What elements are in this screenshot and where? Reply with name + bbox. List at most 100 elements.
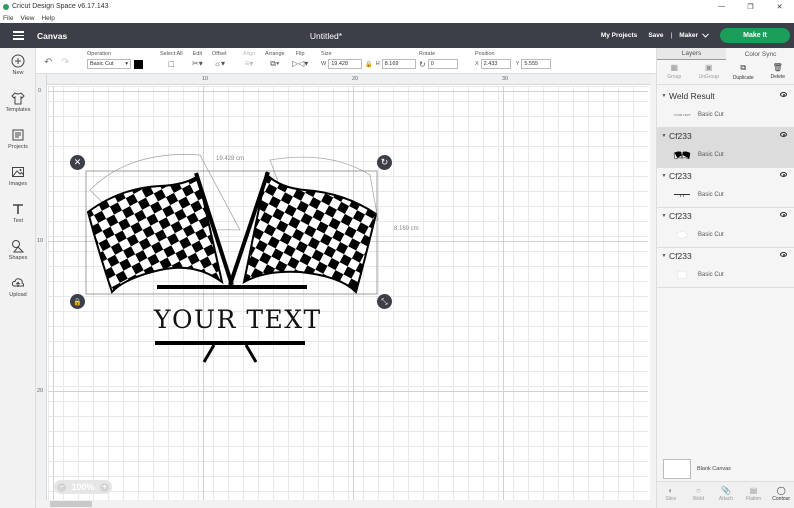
- flip-control[interactable]: Flip ▷◁▾: [292, 51, 308, 68]
- width-input[interactable]: 19.428: [328, 59, 363, 69]
- height-input[interactable]: 8.169: [381, 59, 416, 69]
- canvas-color-swatch[interactable]: [663, 459, 691, 479]
- save-button[interactable]: Save: [648, 32, 663, 39]
- undo-icon[interactable]: ↶: [44, 57, 52, 68]
- arrange-label: Arrange: [265, 51, 285, 57]
- blank-canvas-row[interactable]: Blank Canvas: [663, 458, 789, 480]
- zoom-out-icon[interactable]: −: [57, 482, 66, 492]
- blank-thumbnail-icon: [672, 269, 692, 281]
- delete-handle-icon[interactable]: ✕: [70, 155, 85, 170]
- close-window-icon[interactable]: ✕: [765, 0, 794, 13]
- lock-handle-icon[interactable]: 🔒: [70, 294, 85, 309]
- width-dimension-label: 19.428 cm: [216, 156, 245, 162]
- sidebar-item-projects[interactable]: Projects: [0, 128, 36, 150]
- redo-icon[interactable]: ↷: [61, 57, 69, 68]
- window-titlebar: Cricut Design Space v6.17.143 — ❐ ✕: [0, 0, 794, 13]
- layer-actions: ▦ Group ▣ UnGroup ⧉ Duplicate 🗑 Delete: [657, 61, 794, 85]
- slice-button[interactable]: ◐ Slice: [657, 482, 685, 508]
- minimize-icon[interactable]: —: [707, 0, 736, 13]
- height-dimension-label: 8.169 cm: [394, 226, 419, 232]
- sidebar-item-new[interactable]: New: [0, 54, 36, 76]
- layer-name: Weld Result: [669, 91, 715, 101]
- layer-cf233[interactable]: ▼ Cf233 Basic Cut: [657, 208, 794, 248]
- rotate-input[interactable]: 0: [427, 59, 458, 69]
- duplicate-button[interactable]: ⧉ Duplicate: [726, 61, 761, 84]
- visibility-eye-icon[interactable]: [780, 212, 787, 217]
- offset-control[interactable]: Offset ☼▾: [212, 51, 227, 68]
- arrange-control[interactable]: Arrange ⧉▾: [265, 51, 285, 69]
- your-text-label[interactable]: YOUR TEXT: [154, 305, 322, 334]
- operation-select[interactable]: Basic Cut ▾: [87, 59, 131, 69]
- y-input[interactable]: 5.555: [521, 59, 552, 69]
- attach-button[interactable]: 📎 Attach: [712, 482, 740, 508]
- thumbnail-text: YOUR TEXT: [673, 113, 691, 117]
- make-it-button[interactable]: Make It: [720, 28, 790, 43]
- menu-view[interactable]: View: [20, 15, 34, 22]
- rotate-handle-icon[interactable]: ↻: [377, 155, 392, 170]
- flatten-button[interactable]: ▤ Flatten: [740, 482, 768, 508]
- expand-caret-icon[interactable]: ▼: [659, 173, 669, 179]
- tab-color-sync[interactable]: Color Sync: [726, 48, 794, 60]
- sidebar-item-upload[interactable]: Upload: [0, 276, 36, 298]
- flatten-icon: ▤: [749, 486, 758, 495]
- visibility-eye-icon[interactable]: [780, 252, 787, 257]
- blank-canvas-label: Blank Canvas: [697, 466, 731, 472]
- menu-help[interactable]: Help: [41, 15, 54, 22]
- visibility-eye-icon[interactable]: [780, 132, 787, 137]
- attach-icon: 📎: [721, 486, 731, 495]
- layer-cf233[interactable]: ▼ Cf233 Basic Cut: [657, 168, 794, 208]
- layer-operation-row[interactable]: YOUR TEXT Basic Cut: [657, 104, 793, 126]
- expand-caret-icon[interactable]: ▼: [659, 93, 669, 99]
- x-input[interactable]: 2.433: [480, 59, 511, 69]
- position-label: Position: [475, 51, 495, 57]
- menu-file[interactable]: File: [3, 15, 13, 22]
- sidebar-item-templates[interactable]: Templates: [0, 91, 36, 113]
- tab-layers[interactable]: Layers: [657, 48, 726, 60]
- width-value: 19.428: [331, 61, 349, 67]
- layer-weld-result[interactable]: ▼ Weld Result YOUR TEXT Basic Cut: [657, 88, 794, 128]
- layer-operation: Basic Cut: [698, 152, 724, 158]
- layer-operation-row[interactable]: Basic Cut: [657, 264, 793, 286]
- sidebar-item-shapes[interactable]: Shapes: [0, 239, 36, 261]
- layer-operation: Basic Cut: [698, 192, 724, 198]
- group-label: Group: [667, 74, 682, 80]
- group-button[interactable]: ▦ Group: [657, 61, 692, 84]
- document-title[interactable]: Untitled*: [300, 31, 352, 41]
- weld-button[interactable]: ○ Weld: [685, 482, 713, 508]
- app-icon: [3, 3, 9, 10]
- visibility-eye-icon[interactable]: [780, 172, 787, 177]
- color-swatch[interactable]: [134, 59, 143, 69]
- layer-operation-row[interactable]: Basic Cut: [657, 224, 793, 246]
- sidebar-item-text[interactable]: Text: [0, 202, 36, 224]
- dropdown-arrow-icon: ▾: [125, 61, 128, 67]
- ungroup-button[interactable]: ▣ UnGroup: [692, 61, 727, 84]
- visibility-eye-icon[interactable]: [780, 92, 787, 97]
- my-projects-link[interactable]: My Projects: [601, 32, 638, 39]
- expand-caret-icon[interactable]: ▼: [659, 213, 669, 219]
- layer-thumbnail: YOUR TEXT: [672, 109, 692, 121]
- layer-cf233[interactable]: ▼ Cf233 Basic Cut: [657, 248, 794, 288]
- layer-operation-row[interactable]: Basic Cut: [657, 144, 793, 166]
- edit-control[interactable]: Edit ✂▾: [192, 51, 203, 68]
- expand-caret-icon[interactable]: ▼: [659, 133, 669, 139]
- select-all-control[interactable]: Select All □: [160, 51, 183, 69]
- lock-icon[interactable]: 🔒: [365, 61, 372, 68]
- layer-operation-row[interactable]: Basic Cut: [657, 184, 793, 206]
- sidebar-item-images[interactable]: Images: [0, 165, 36, 187]
- size-label: Size: [321, 51, 332, 57]
- delete-button[interactable]: 🗑 Delete: [761, 61, 794, 84]
- hamburger-menu-icon[interactable]: [0, 23, 36, 48]
- resize-handle-icon[interactable]: ⤡: [377, 294, 392, 309]
- zoom-in-icon[interactable]: +: [100, 482, 109, 492]
- window-controls: — ❐ ✕: [707, 0, 794, 13]
- align-control[interactable]: Align ≡▾: [243, 51, 255, 68]
- expand-caret-icon[interactable]: ▼: [659, 253, 669, 259]
- contour-button[interactable]: ◯ Contour: [767, 482, 794, 508]
- layer-cf233[interactable]: ▼ Cf233 Basic Cut: [657, 128, 794, 168]
- machine-selector[interactable]: Maker: [679, 32, 709, 39]
- blank-thumbnail-icon: [672, 229, 692, 241]
- x-label: X: [475, 61, 479, 67]
- horizontal-scrollbar[interactable]: [36, 500, 650, 508]
- maximize-icon[interactable]: ❐: [736, 0, 765, 13]
- scrollbar-thumb[interactable]: [50, 501, 92, 507]
